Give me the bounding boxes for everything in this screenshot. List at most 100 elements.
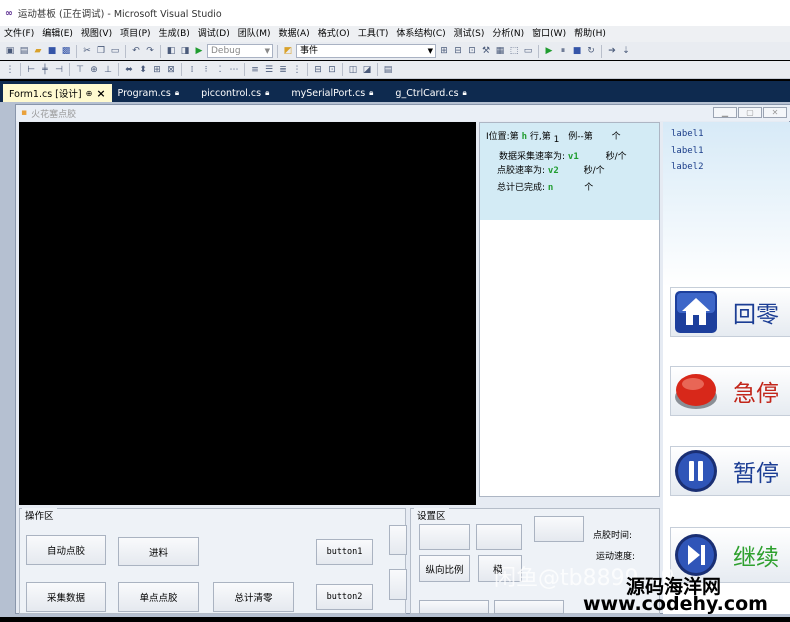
menu-project[interactable]: 项目(P) xyxy=(116,26,154,42)
collect-data-button[interactable]: 采集数据 xyxy=(26,582,106,612)
start-debugging-icon[interactable]: ▶ xyxy=(193,45,205,57)
stop-debugging-icon[interactable]: ■ xyxy=(571,45,583,57)
close-icon[interactable]: × xyxy=(96,87,105,100)
maximize-button[interactable]: ▢ xyxy=(738,107,762,118)
tab-order-icon[interactable]: ▤ xyxy=(382,64,394,76)
solution-config-select[interactable]: Debug ▼ xyxy=(207,44,273,58)
tab-program-cs[interactable]: Program.cs 🔒︎ xyxy=(112,84,186,102)
align-centers-icon[interactable]: ╪ xyxy=(39,64,51,76)
continue-icon[interactable]: ▶ xyxy=(543,45,555,57)
home-button[interactable]: 回零 xyxy=(670,287,790,337)
minimize-button[interactable]: ▁ xyxy=(713,107,737,118)
restart-icon[interactable]: ↻ xyxy=(585,45,597,57)
horizontal-spacing-equal-icon[interactable]: ⁞ xyxy=(186,64,198,76)
break-all-icon[interactable]: ⏸ xyxy=(557,45,569,57)
open-file-icon[interactable]: ▰ xyxy=(32,45,44,57)
menu-help[interactable]: 帮助(H) xyxy=(570,26,610,42)
make-same-width-icon[interactable]: ⬌ xyxy=(123,64,135,76)
vertical-spacing-decrease-icon[interactable]: ≣ xyxy=(277,64,289,76)
align-rights-icon[interactable]: ⊣ xyxy=(53,64,65,76)
horizontal-spacing-remove-icon[interactable]: ⋯ xyxy=(228,64,240,76)
center-horizontally-icon[interactable]: ⊟ xyxy=(312,64,324,76)
horizontal-spacing-decrease-icon[interactable]: ⁚ xyxy=(214,64,226,76)
setting-field-1[interactable] xyxy=(419,524,470,550)
button2[interactable]: button2 xyxy=(316,584,373,610)
object-browser-icon[interactable]: ⊡ xyxy=(466,45,478,57)
make-same-height-icon[interactable]: ⬍ xyxy=(137,64,149,76)
menu-architecture[interactable]: 体系结构(C) xyxy=(392,26,449,42)
properties-icon[interactable]: ⊟ xyxy=(452,45,464,57)
tab-form1-design[interactable]: Form1.cs [设计] ⊕ × xyxy=(3,84,112,102)
dispense-rate-value: v2 xyxy=(547,166,559,176)
menu-view[interactable]: 视图(V) xyxy=(77,26,116,42)
send-to-back-icon[interactable]: ◪ xyxy=(361,64,373,76)
new-project-icon[interactable]: ▣ xyxy=(4,45,16,57)
cut-icon[interactable]: ✂ xyxy=(81,45,93,57)
step-into-icon[interactable]: ⇣ xyxy=(620,45,632,57)
vertical-spacing-remove-icon[interactable]: ⋮ xyxy=(291,64,303,76)
tab-g-ctrlcard-cs[interactable]: g_CtrlCard.cs 🔒︎ xyxy=(389,84,472,102)
auto-dispense-button[interactable]: 自动点胶 xyxy=(26,535,106,565)
center-vertically-icon[interactable]: ⊡ xyxy=(326,64,338,76)
align-tops-icon[interactable]: ⊤ xyxy=(74,64,86,76)
copy-icon[interactable]: ❐ xyxy=(95,45,107,57)
make-same-size-icon[interactable]: ⊞ xyxy=(151,64,163,76)
edge-button-top[interactable] xyxy=(389,525,407,555)
tab-myserialport-cs[interactable]: mySerialPort.cs 🔒︎ xyxy=(285,84,379,102)
redo-icon[interactable]: ↷ xyxy=(144,45,156,57)
align-to-grid-icon[interactable]: ⋮ xyxy=(4,64,16,76)
vertical-spacing-equal-icon[interactable]: ≡ xyxy=(249,64,261,76)
menu-debug[interactable]: 调试(D) xyxy=(194,26,234,42)
watermark-url: www.codehy.com xyxy=(583,593,768,615)
emergency-stop-button[interactable]: 急停 xyxy=(670,366,790,416)
save-icon[interactable]: ■ xyxy=(46,45,58,57)
size-to-grid-icon[interactable]: ⊠ xyxy=(165,64,177,76)
menu-file[interactable]: 文件(F) xyxy=(0,26,38,42)
menu-data[interactable]: 数据(A) xyxy=(275,26,314,42)
navigate-forward-icon[interactable]: ◨ xyxy=(179,45,191,57)
pause-button[interactable]: 暂停 xyxy=(670,446,790,496)
menu-test[interactable]: 测试(S) xyxy=(450,26,489,42)
command-window-icon[interactable]: ▭ xyxy=(522,45,534,57)
setting-field-3[interactable] xyxy=(534,516,584,542)
menu-analyze[interactable]: 分析(N) xyxy=(488,26,528,42)
navigate-backward-icon[interactable]: ◧ xyxy=(165,45,177,57)
edge-button-bottom[interactable] xyxy=(389,569,407,600)
align-lefts-icon[interactable]: ⊢ xyxy=(25,64,37,76)
vertical-spacing-increase-icon[interactable]: ☰ xyxy=(263,64,275,76)
paste-icon[interactable]: ▭ xyxy=(109,45,121,57)
bring-to-front-icon[interactable]: ◫ xyxy=(347,64,359,76)
pin-icon[interactable]: ⊕ xyxy=(86,89,93,98)
align-middles-icon[interactable]: ⊕ xyxy=(88,64,100,76)
add-item-icon[interactable]: ▤ xyxy=(18,45,30,57)
close-button[interactable]: ✕ xyxy=(763,107,787,118)
event-combo[interactable]: 事件 ▼ xyxy=(296,44,436,58)
single-dispense-button[interactable]: 单点点胶 xyxy=(118,582,199,612)
feed-button[interactable]: 进料 xyxy=(118,537,199,566)
tab-piccontrol-cs[interactable]: piccontrol.cs 🔒︎ xyxy=(195,84,275,102)
start-page-icon[interactable]: ▦ xyxy=(494,45,506,57)
show-next-statement-icon[interactable]: ➔ xyxy=(606,45,618,57)
setting-field-2[interactable] xyxy=(476,524,522,550)
find-in-files-icon[interactable]: ◩ xyxy=(282,45,294,57)
menu-window[interactable]: 窗口(W) xyxy=(528,26,570,42)
layout-toolbar: ⋮ ⊢ ╪ ⊣ ⊤ ⊕ ⊥ ⬌ ⬍ ⊞ ⊠ ⁞ ⁝ ⁚ ⋯ ≡ ☰ ≣ ⋮ ⊟ … xyxy=(0,61,790,79)
button1[interactable]: button1 xyxy=(316,539,373,565)
vertical-ratio-button[interactable]: 纵向比例 xyxy=(419,555,470,582)
menu-team[interactable]: 团队(M) xyxy=(234,26,275,42)
menu-build[interactable]: 生成(B) xyxy=(155,26,194,42)
horizontal-spacing-increase-icon[interactable]: ⁝ xyxy=(200,64,212,76)
setting-field-4[interactable] xyxy=(419,600,489,614)
save-all-icon[interactable]: ▩ xyxy=(60,45,72,57)
undo-icon[interactable]: ↶ xyxy=(130,45,142,57)
solution-explorer-icon[interactable]: ⊞ xyxy=(438,45,450,57)
menu-format[interactable]: 格式(O) xyxy=(314,26,354,42)
extension-manager-icon[interactable]: ⬚ xyxy=(508,45,520,57)
menu-edit[interactable]: 编辑(E) xyxy=(38,26,77,42)
setting-field-5[interactable] xyxy=(494,600,564,614)
toolbox-icon[interactable]: ⚒ xyxy=(480,45,492,57)
total-clear-button[interactable]: 总计清零 xyxy=(213,582,294,612)
menu-tools[interactable]: 工具(T) xyxy=(354,26,393,42)
align-bottoms-icon[interactable]: ⊥ xyxy=(102,64,114,76)
visual-studio-logo-icon: ∞ xyxy=(5,7,13,19)
